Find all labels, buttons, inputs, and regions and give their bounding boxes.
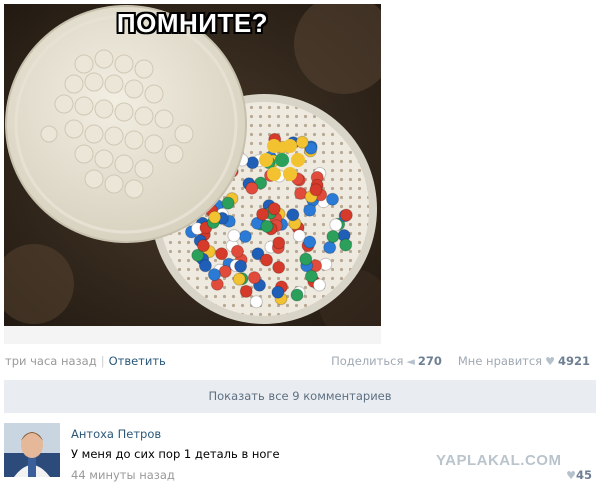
- heart-icon: ♥: [545, 355, 555, 368]
- mosaic-peg: [208, 210, 222, 224]
- mosaic-peg: [339, 208, 353, 222]
- mosaic-peg: [267, 202, 281, 216]
- share-button[interactable]: Поделиться ◄ 270: [331, 354, 442, 368]
- post-meta: три часа назад | Ответить: [5, 354, 166, 368]
- mosaic-peg: [326, 192, 339, 206]
- mosaic-peg: [339, 238, 353, 252]
- mosaic-peg: [272, 236, 286, 250]
- mosaic-peg: [267, 167, 281, 181]
- mosaic-peg: [249, 295, 263, 309]
- reply-link[interactable]: Ответить: [109, 354, 166, 368]
- mosaic-peg: [234, 259, 248, 273]
- mosaic-peg: [230, 244, 244, 258]
- mosaic-peg: [238, 230, 252, 243]
- watermark: YAPLAKAL.COM: [436, 452, 562, 469]
- mosaic-peg: [286, 208, 300, 222]
- mosaic-peg: [218, 265, 232, 278]
- mosaic-peg: [272, 260, 286, 274]
- mosaic-peg: [232, 272, 246, 286]
- mosaic-peg: [227, 229, 241, 243]
- mosaic-peg: [259, 153, 273, 167]
- comment-author[interactable]: Антоха Петров: [71, 427, 161, 441]
- mosaic-peg: [256, 207, 270, 221]
- share-label: Поделиться: [331, 354, 404, 368]
- mosaic-peg: [267, 139, 281, 153]
- share-count: 270: [417, 354, 442, 368]
- mosaic-peg: [207, 268, 221, 282]
- avatar[interactable]: [4, 423, 60, 477]
- mosaic-peg: [299, 252, 313, 266]
- mosaic-peg: [326, 230, 340, 243]
- comment-like-button[interactable]: ♥ 45: [563, 468, 592, 482]
- mosaic-peg: [247, 271, 261, 285]
- mosaic-peg: [221, 196, 235, 210]
- mosaic-toy-image: [4, 4, 381, 326]
- like-count: 4921: [557, 354, 590, 368]
- mosaic-peg: [291, 153, 305, 167]
- mosaic-peg: [292, 229, 306, 243]
- photo-caption: ПОМНИТЕ?: [116, 8, 269, 38]
- comment-time[interactable]: 44 минуты назад: [71, 468, 175, 482]
- photo-bottom-strip: [4, 326, 381, 344]
- divider: |: [100, 354, 105, 368]
- mosaic-peg: [323, 241, 337, 254]
- mosaic-peg: [260, 253, 273, 267]
- comment-like-count: 45: [575, 468, 592, 482]
- heart-icon: ♥: [566, 468, 576, 482]
- show-all-comments-button[interactable]: Показать все 9 комментариев: [4, 380, 596, 413]
- mosaic-peg: [329, 218, 343, 232]
- mosaic-peg: [312, 278, 326, 292]
- mosaic-peg: [260, 219, 274, 233]
- mosaic-peg: [239, 284, 253, 298]
- post-photo[interactable]: ПОМНИТЕ?: [4, 4, 381, 326]
- mosaic-peg: [275, 153, 289, 167]
- mosaic-peg: [309, 183, 323, 197]
- comment-text: У меня до сих пор 1 деталь в ноге: [71, 447, 280, 461]
- megaphone-icon: ◄: [406, 355, 415, 368]
- like-button[interactable]: Мне нравится ♥ 4921: [458, 354, 590, 368]
- mosaic-peg: [271, 285, 285, 299]
- mosaic-peg: [245, 181, 259, 195]
- mosaic-peg: [196, 239, 210, 253]
- post-actions: Поделиться ◄ 270 Мне нравится ♥ 4921: [331, 354, 590, 368]
- mosaic-peg: [283, 167, 297, 181]
- mosaic-peg: [215, 247, 229, 261]
- post-time[interactable]: три часа назад: [5, 354, 97, 368]
- like-label: Мне нравится: [457, 354, 543, 368]
- avatar-image: [4, 423, 60, 477]
- mosaic-peg: [303, 235, 317, 249]
- mosaic-peg: [295, 135, 309, 149]
- mosaic-peg: [198, 259, 212, 273]
- mosaic-peg: [303, 203, 317, 217]
- mosaic-peg: [290, 288, 304, 302]
- mosaic-peg: [283, 139, 297, 153]
